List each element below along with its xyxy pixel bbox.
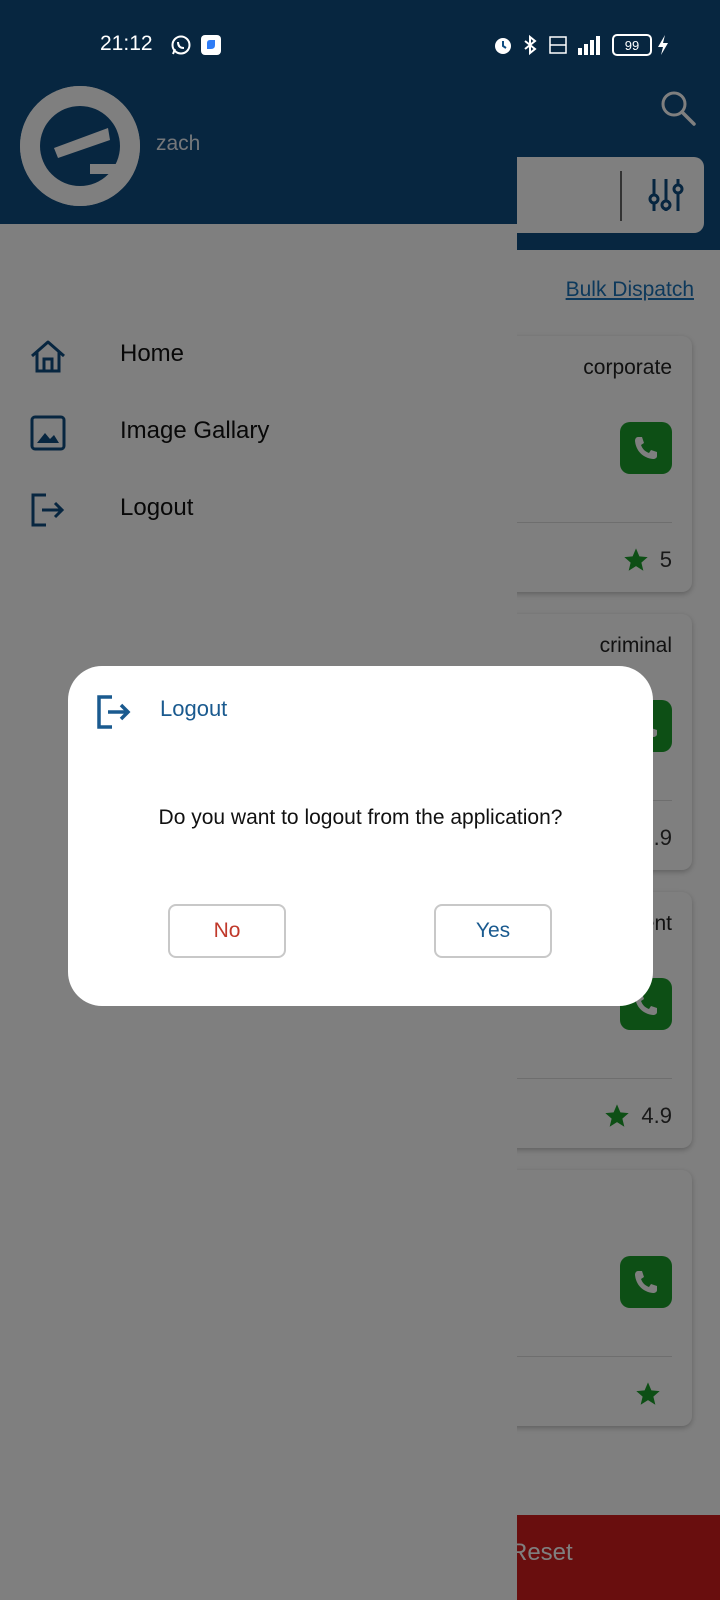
no-button[interactable]: No xyxy=(168,904,286,958)
bluetooth-icon xyxy=(524,34,537,56)
alarm-icon xyxy=(495,38,511,54)
battery-level: 99 xyxy=(624,37,640,53)
volte-icon xyxy=(549,36,567,54)
charging-icon xyxy=(658,35,668,55)
whatsapp-icon xyxy=(171,35,191,55)
signal-icon xyxy=(578,36,600,55)
app-notification-icon xyxy=(201,35,221,55)
battery-icon: 99 xyxy=(612,34,652,56)
status-time: 21:12 xyxy=(100,32,153,55)
dialog-title: Logout xyxy=(160,696,228,721)
yes-button[interactable]: Yes xyxy=(434,904,552,958)
logout-dialog: Logout Do you want to logout from the ap… xyxy=(68,666,653,1006)
logout-icon xyxy=(97,695,131,729)
status-bar: 21:12 99 xyxy=(0,0,720,90)
dialog-message: Do you want to logout from the applicati… xyxy=(158,806,563,829)
